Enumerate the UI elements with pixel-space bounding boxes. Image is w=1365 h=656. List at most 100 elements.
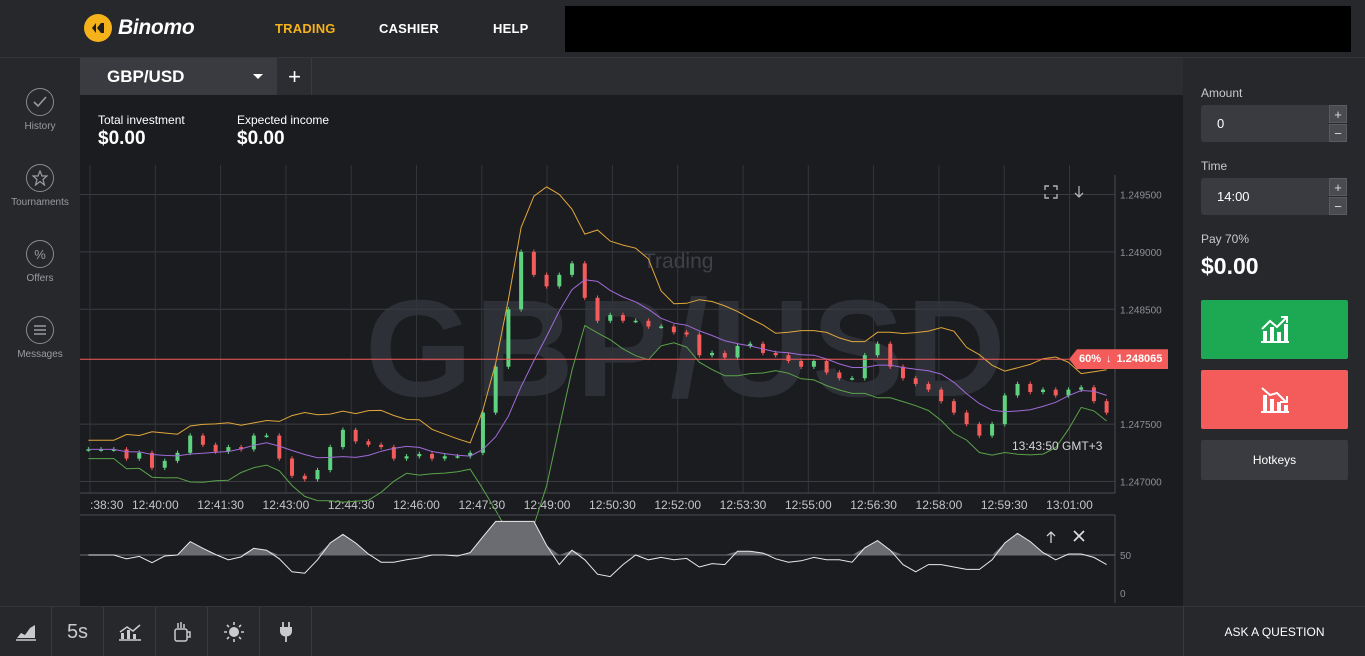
logo-mark-icon bbox=[84, 14, 112, 42]
server-time: 13:43:50 GMT+3 bbox=[1012, 439, 1103, 453]
nav-cashier[interactable]: CASHIER bbox=[379, 21, 439, 36]
chevron-down-icon[interactable] bbox=[253, 74, 263, 79]
app-root: Binomo TRADING CASHIER HELP History Tour… bbox=[0, 0, 1365, 656]
arrow-down-icon[interactable] bbox=[1073, 185, 1085, 202]
percent-icon: % bbox=[26, 240, 54, 268]
drawing-tools-button[interactable] bbox=[156, 607, 208, 656]
candle-body bbox=[404, 456, 409, 459]
theme-button[interactable] bbox=[208, 607, 260, 656]
trophy-icon bbox=[26, 164, 54, 192]
candle-body bbox=[811, 360, 816, 367]
sidebar-item-label: Offers bbox=[26, 273, 54, 284]
brand-name: Binomo bbox=[118, 16, 195, 39]
candle-body bbox=[786, 355, 791, 361]
candle-body bbox=[570, 263, 575, 275]
sidebar-item-label: History bbox=[24, 121, 56, 132]
check-circle-icon bbox=[26, 88, 54, 116]
bottom-toolbar: 5s ASK A QUESTION bbox=[0, 606, 1365, 656]
candle-body bbox=[544, 274, 549, 287]
oscillator-overbought-area bbox=[82, 521, 1107, 555]
amount-decrease-button[interactable]: − bbox=[1329, 124, 1347, 142]
amount-increase-button[interactable]: + bbox=[1329, 105, 1347, 123]
time-tick-label: 12:43:00 bbox=[263, 498, 310, 512]
candle-body bbox=[646, 320, 651, 327]
amount-input[interactable]: 0 bbox=[1201, 105, 1329, 142]
sidebar-item-offers[interactable]: % Offers bbox=[0, 240, 80, 284]
brand-logo[interactable]: Binomo bbox=[84, 14, 195, 42]
asset-tab-bar: GBP/USD + bbox=[80, 58, 1183, 95]
amount-label: Amount bbox=[1201, 86, 1243, 100]
close-oscillator-icon[interactable] bbox=[1073, 530, 1085, 545]
price-chart[interactable]: 1.249500 1.249000 1.248500 1.247500 1.247000… bbox=[80, 95, 1183, 606]
candle-body bbox=[799, 360, 804, 367]
hotkeys-button[interactable]: Hotkeys bbox=[1201, 440, 1348, 480]
trend-up-icon bbox=[1260, 315, 1289, 343]
candle-body bbox=[480, 412, 485, 453]
nav-help[interactable]: HELP bbox=[493, 21, 528, 36]
candle-body bbox=[328, 447, 333, 471]
candle-body bbox=[1091, 387, 1096, 402]
candle-body bbox=[1066, 389, 1071, 396]
drawing-tools-icon bbox=[173, 622, 191, 642]
candle-body bbox=[379, 444, 384, 448]
price-tag-value: 1.248065 bbox=[1116, 353, 1163, 366]
indicators-button[interactable] bbox=[104, 607, 156, 656]
candle-body bbox=[824, 360, 829, 373]
fullscreen-icon[interactable] bbox=[1044, 185, 1058, 202]
timeframe-button[interactable]: 5s bbox=[52, 607, 104, 656]
candle-body bbox=[939, 389, 944, 402]
candle-body bbox=[697, 334, 702, 356]
time-tick-label: 12:40:00 bbox=[132, 498, 179, 512]
candle-body bbox=[875, 343, 880, 356]
time-decrease-button[interactable]: − bbox=[1329, 197, 1347, 215]
candle-body bbox=[302, 475, 307, 480]
time-label: Time bbox=[1201, 159, 1228, 173]
time-increase-button[interactable]: + bbox=[1329, 178, 1347, 196]
time-tick-label: 12:47:30 bbox=[458, 498, 505, 512]
plugin-icon bbox=[279, 622, 292, 642]
time-tick-label: :38:30 bbox=[90, 498, 124, 512]
candle-body bbox=[137, 452, 142, 459]
sidebar-item-messages[interactable]: Messages bbox=[0, 316, 80, 360]
candle-body bbox=[862, 355, 867, 379]
put-down-button[interactable] bbox=[1201, 370, 1348, 429]
candle-body bbox=[735, 346, 740, 358]
candle-body bbox=[913, 378, 918, 384]
plugin-button[interactable] bbox=[260, 607, 312, 656]
time-tick-label: 12:55:00 bbox=[785, 498, 832, 512]
expand-oscillator-icon[interactable] bbox=[1045, 530, 1057, 547]
candle-body bbox=[722, 352, 727, 358]
price-tick-label: 1.249000 bbox=[1120, 248, 1162, 259]
time-tick-label: 12:50:30 bbox=[589, 498, 636, 512]
price-tag-payout: 60% bbox=[1079, 353, 1102, 366]
candle-body bbox=[1053, 389, 1058, 396]
candle-body bbox=[353, 429, 358, 442]
time-tick-label: 12:52:00 bbox=[654, 498, 701, 512]
candle-body bbox=[124, 449, 129, 459]
asset-tab-gbpusd[interactable]: GBP/USD bbox=[80, 58, 277, 95]
sidebar-item-history[interactable]: History bbox=[0, 88, 80, 132]
chart-area[interactable]: Total investment $0.00 Expected income $… bbox=[80, 95, 1183, 606]
messages-icon bbox=[26, 316, 54, 344]
candle-body bbox=[1104, 401, 1109, 413]
nav-trading[interactable]: TRADING bbox=[275, 21, 336, 36]
ad-banner bbox=[565, 6, 1351, 52]
candle-body bbox=[188, 435, 193, 453]
candle-body bbox=[1002, 395, 1007, 425]
candle-body bbox=[659, 326, 664, 329]
candle-body bbox=[608, 315, 613, 321]
candle-body bbox=[290, 458, 295, 476]
ask-question-button[interactable]: ASK A QUESTION bbox=[1183, 607, 1365, 656]
candle-body bbox=[990, 424, 995, 436]
candle-body bbox=[315, 470, 320, 480]
add-asset-button[interactable]: + bbox=[278, 58, 312, 95]
call-up-button[interactable] bbox=[1201, 300, 1348, 359]
candle-body bbox=[200, 435, 205, 445]
sidebar-item-tournaments[interactable]: Tournaments bbox=[0, 164, 80, 208]
candle-body bbox=[1079, 387, 1084, 390]
chart-type-button[interactable] bbox=[0, 607, 52, 656]
time-input[interactable]: 14:00 bbox=[1201, 178, 1329, 215]
asset-tab-label: GBP/USD bbox=[107, 66, 185, 86]
oscillator-tick-label: 50 bbox=[1120, 551, 1132, 562]
candle-body bbox=[633, 320, 638, 323]
